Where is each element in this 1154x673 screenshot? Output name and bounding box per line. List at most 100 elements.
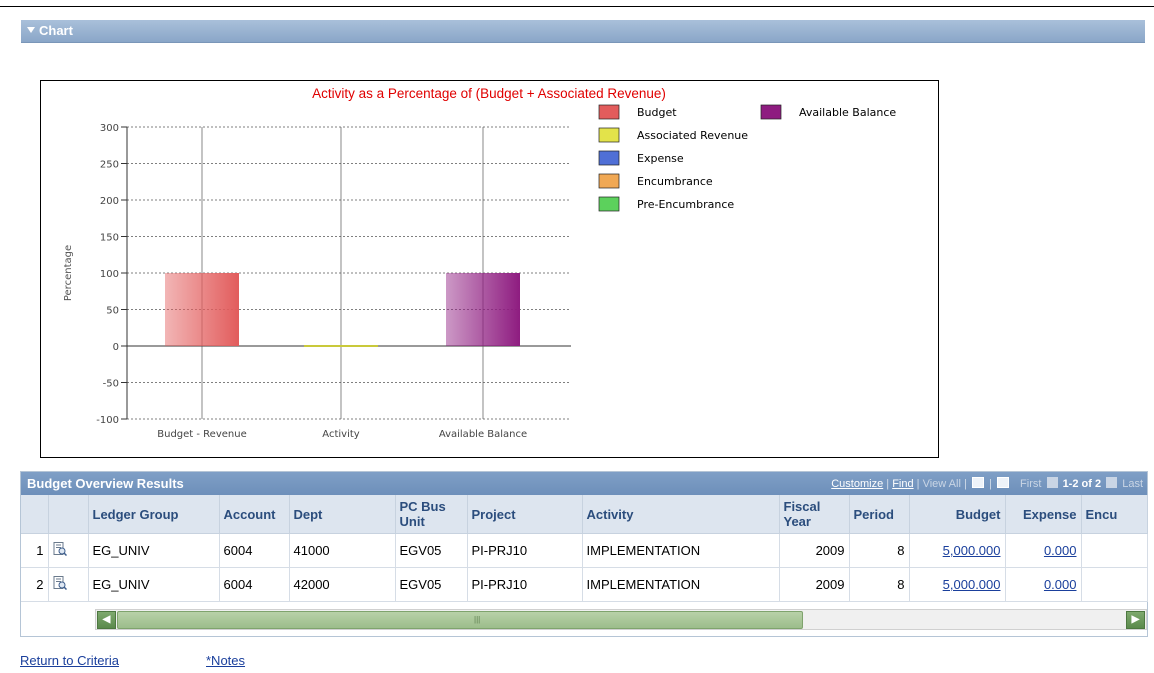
col-header-ledger-group[interactable]: Ledger Group [88,495,220,534]
legend-label: Pre-Encumbrance [637,198,734,211]
bar-zero-activity [304,345,378,347]
col-header-fiscal-year[interactable]: Fiscal Year [779,495,850,534]
fiscal-year-cell: 2009 [779,567,850,602]
ledger-group-cell: EG_UNIV [88,533,220,568]
grid-title-bar: Budget Overview Results Customize | Find… [21,472,1147,495]
expense-cell: 0.000 [1005,567,1082,602]
encumbrance-cell [1081,533,1148,568]
period-cell: 8 [849,533,910,568]
encumbrance-cell [1081,567,1148,602]
view-detail-icon[interactable] [53,542,67,557]
pc-bus-unit-cell: EGV05 [395,533,468,568]
y-axis-label: Percentage [63,245,74,301]
expense-link[interactable]: 0.000 [1044,543,1077,558]
results-table: Ledger Group Account Dept PC Bus Unit Pr… [21,495,1148,602]
col-header-dept[interactable]: Dept [289,495,396,534]
legend-label: Associated Revenue [637,129,748,142]
view-all-link: View All [922,478,961,490]
legend-label: Expense [637,152,684,165]
row-number: 2 [21,567,49,602]
budget-link[interactable]: 5,000.000 [943,543,1001,558]
section-title: Chart [39,23,73,38]
view-detail-icon[interactable] [53,576,67,591]
scrollbar-grip-icon: ||| [474,615,481,624]
ledger-group-cell: EG_UNIV [88,567,220,602]
col-header-period[interactable]: Period [849,495,910,534]
legend-label: Available Balance [799,106,896,119]
col-header-account[interactable]: Account [219,495,290,534]
row-number: 1 [21,533,49,568]
account-cell: 6004 [219,533,290,568]
notes-link[interactable]: *Notes [206,653,245,668]
table-header-row: Ledger Group Account Dept PC Bus Unit Pr… [21,495,1148,534]
chart-svg: Activity as a Percentage of (Budget + As… [63,86,896,440]
y-tick-label: 0 [113,342,119,353]
horizontal-scrollbar[interactable]: ◀ ||| ▶ [95,609,1147,630]
first-link: First [1020,478,1042,490]
budget-cell: 5,000.000 [909,533,1006,568]
legend-swatch [760,104,782,120]
collapse-triangle-icon[interactable] [27,27,35,33]
scroll-right-button[interactable]: ▶ [1126,611,1145,629]
pc-bus-unit-cell: EGV05 [395,567,468,602]
legend-swatch [598,104,620,120]
y-tick-label: 250 [100,160,119,171]
budget-link[interactable]: 5,000.000 [943,577,1001,592]
detail-cell [48,567,89,602]
dept-cell: 41000 [289,533,396,568]
row-range: 1-2 of 2 [1062,478,1102,490]
y-tick-label: -100 [96,415,119,426]
scrollbar-thumb[interactable]: ||| [117,611,803,629]
col-header-expense[interactable]: Expense [1005,495,1082,534]
col-header-project[interactable]: Project [467,495,583,534]
y-tick-label: 50 [106,306,119,317]
download-spreadsheet-icon[interactable] [996,477,1009,488]
project-cell: PI-PRJ10 [467,567,583,602]
top-border-line [0,6,1154,7]
chart-title: Activity as a Percentage of (Budget + As… [312,86,666,101]
col-header-encumbrance[interactable]: Encu [1081,495,1148,534]
next-arrow-icon [1106,477,1118,488]
col-header-pc-bus-unit[interactable]: PC Bus Unit [395,495,468,534]
col-header-detail [48,495,89,534]
zoom-grid-icon[interactable] [971,477,984,488]
activity-cell: IMPLEMENTATION [582,533,780,568]
y-tick-label: 200 [100,196,119,207]
last-link: Last [1122,478,1143,490]
col-header-budget[interactable]: Budget [909,495,1006,534]
find-link[interactable]: Find [892,478,913,490]
x-tick-label: Activity [322,429,359,440]
bar-budget [165,273,239,346]
activity-cell: IMPLEMENTATION [582,567,780,602]
customize-link[interactable]: Customize [831,478,883,490]
budget-cell: 5,000.000 [909,567,1006,602]
budget-overview-grid: Budget Overview Results Customize | Find… [20,471,1148,637]
legend-swatch [598,173,620,189]
dept-cell: 42000 [289,567,396,602]
scroll-left-button[interactable]: ◀ [97,611,116,629]
col-header-activity[interactable]: Activity [582,495,780,534]
chart-frame: Activity as a Percentage of (Budget + As… [40,80,939,458]
x-tick-label: Budget - Revenue [157,429,246,440]
expense-cell: 0.000 [1005,533,1082,568]
x-tick-label: Available Balance [439,429,527,440]
grid-title: Budget Overview Results [27,476,184,491]
legend-swatch [598,127,620,143]
legend-label: Encumbrance [637,175,713,188]
fiscal-year-cell: 2009 [779,533,850,568]
table-row: 2 EG_UNIV 6004 42000 EGV05 PI-PRJ10 IMPL… [21,567,1148,602]
account-cell: 6004 [219,567,290,602]
detail-cell [48,533,89,568]
y-tick-label: 150 [100,233,119,244]
project-cell: PI-PRJ10 [467,533,583,568]
expense-link[interactable]: 0.000 [1044,577,1077,592]
col-header-rownum [21,495,49,534]
y-tick-label: -50 [103,379,119,390]
bar-available-balance [446,273,520,346]
legend-swatch [598,196,620,212]
previous-arrow-icon [1046,477,1058,488]
table-row: 1 EG_UNIV 6004 41000 EGV05 PI-PRJ10 IMPL… [21,533,1148,568]
period-cell: 8 [849,567,910,602]
chart-section-header[interactable]: Chart [21,20,1145,43]
return-to-criteria-link[interactable]: Return to Criteria [20,653,119,668]
